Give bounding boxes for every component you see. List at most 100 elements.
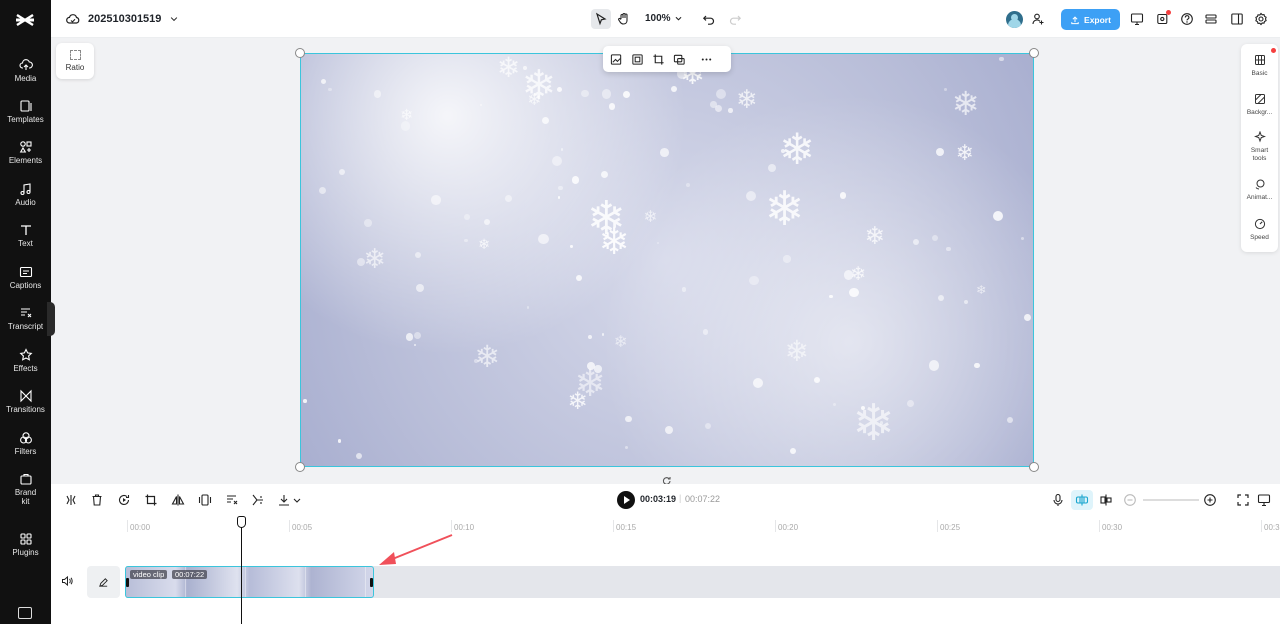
snow-particle	[581, 89, 589, 98]
crop-button[interactable]	[144, 493, 158, 507]
redo-button[interactable]	[725, 9, 745, 29]
clip-trim-handle-right[interactable]	[370, 578, 373, 587]
settings-button[interactable]	[1251, 9, 1271, 29]
download-dropdown[interactable]	[277, 493, 303, 507]
ruler-label: 00:15	[616, 523, 637, 532]
snowflake: ❄	[852, 393, 895, 453]
zoom-in-button[interactable]	[1203, 493, 1217, 507]
more-icon[interactable]	[700, 53, 713, 66]
mask-icon[interactable]	[673, 53, 686, 66]
snow-particle	[715, 104, 722, 112]
loop-icon	[118, 494, 130, 505]
sidebar-collapse-handle[interactable]	[47, 302, 55, 336]
resize-handle-bottom-right[interactable]	[1029, 462, 1039, 472]
capcut-logo-icon[interactable]	[14, 9, 36, 31]
panel-item-basic[interactable]: Basic	[1241, 54, 1278, 78]
panel-toggle-button[interactable]	[1227, 9, 1247, 29]
snow-particle	[413, 331, 422, 340]
resize-handle-bottom-left[interactable]	[295, 462, 305, 472]
freeze-button[interactable]	[117, 493, 131, 507]
snow-particle	[728, 108, 733, 113]
panel-item-animation[interactable]: Animat...	[1241, 178, 1278, 202]
voiceover-button[interactable]	[1051, 493, 1065, 507]
top-bar: 202510301519 100% Export	[51, 0, 1280, 38]
snow-particle	[745, 190, 757, 202]
snow-particle	[625, 415, 632, 423]
preview-mode-button[interactable]	[1257, 493, 1271, 507]
present-button[interactable]	[1127, 9, 1147, 29]
flip-button[interactable]	[171, 493, 185, 507]
sidebar-item-text[interactable]: Text	[0, 221, 51, 259]
select-tool-button[interactable]	[591, 9, 611, 29]
panel-item-background[interactable]: Backgr...	[1241, 93, 1278, 117]
sidebar-item-elements[interactable]: Elements	[0, 138, 51, 176]
keyboard-icon[interactable]	[18, 607, 32, 619]
export-button[interactable]: Export	[1061, 9, 1120, 30]
ruler-tick	[1099, 520, 1100, 532]
video-canvas[interactable]: ❄ ❄ ❄ ❄ ❄ ❄ ❄ ❄ ❄ ❄ ❄ ❄ ❄ ❄ ❄ ❄ ❄ ❄ ❄ ❄ ❄ ❄ ❄ ❄	[300, 53, 1034, 467]
sidebar-item-captions[interactable]: Captions	[0, 263, 51, 301]
undo-button[interactable]	[699, 9, 719, 29]
snowflake: ❄	[976, 283, 987, 298]
invite-collaborator-button[interactable]	[1028, 9, 1048, 29]
snow-particle	[373, 90, 382, 98]
delete-button[interactable]	[90, 493, 104, 507]
sidebar-item-brand-kit[interactable]: Brand kit	[0, 470, 51, 514]
snowflake: ❄	[736, 84, 758, 115]
chevron-down-icon	[171, 17, 178, 22]
resize-handle-top-right[interactable]	[1029, 48, 1039, 58]
ratio-button[interactable]: Ratio	[56, 43, 94, 79]
layers-button[interactable]	[1201, 9, 1221, 29]
sidebar-item-plugins[interactable]: Plugins	[0, 530, 51, 568]
crop-icon[interactable]	[652, 53, 665, 66]
sidebar-item-media[interactable]: Media	[0, 56, 51, 94]
replace-image-icon[interactable]	[610, 53, 623, 66]
notifications-button[interactable]	[1153, 9, 1173, 29]
snow-particle	[907, 399, 915, 407]
snow-particle	[483, 218, 491, 226]
resize-handle-top-left[interactable]	[295, 48, 305, 58]
panel-item-smart-tools[interactable]: Smart tools	[1241, 131, 1278, 162]
brand-kit-icon	[19, 473, 32, 485]
edit-cover-button[interactable]	[87, 566, 120, 598]
sidebar-item-transitions[interactable]: Transitions	[0, 387, 51, 425]
mirror-button[interactable]	[198, 493, 212, 507]
zoom-dropdown[interactable]: 100%	[645, 13, 683, 24]
video-clip[interactable]: video clip 00:07:22	[125, 566, 374, 598]
snowflake: ❄	[764, 182, 805, 238]
project-title[interactable]: 202510301519	[66, 12, 179, 26]
sidebar-item-templates[interactable]: Templates	[0, 97, 51, 135]
avatar[interactable]	[1006, 11, 1023, 28]
undo-icon	[702, 15, 715, 25]
timeline[interactable]: 00:00 00:05 00:10 00:15 00:20 00:25 00:30 00:35…	[51, 516, 1280, 624]
sidebar-item-effects[interactable]: Effects	[0, 346, 51, 384]
snow-particle	[570, 245, 573, 248]
hand-tool-button[interactable]	[614, 9, 634, 29]
snow-particle	[829, 295, 833, 299]
fit-icon[interactable]	[631, 53, 644, 66]
playhead[interactable]	[241, 516, 242, 624]
clip-trim-handle-left[interactable]	[126, 578, 129, 587]
clip-thumbnail	[246, 567, 306, 597]
help-button[interactable]	[1177, 9, 1197, 29]
zoom-out-button[interactable]	[1123, 493, 1137, 507]
timeline-zoom-slider[interactable]	[1143, 499, 1199, 501]
panel-item-speed[interactable]: Speed	[1241, 218, 1278, 242]
snow-particle	[415, 251, 422, 259]
sidebar-item-filters[interactable]: Filters	[0, 429, 51, 467]
play-button[interactable]	[617, 491, 635, 509]
snow-particle	[660, 148, 669, 157]
captions-button[interactable]	[225, 493, 239, 507]
fit-timeline-button[interactable]	[1236, 493, 1250, 507]
snow-particle	[480, 104, 483, 107]
playhead-knob[interactable]	[237, 516, 246, 528]
sidebar-item-transcript[interactable]: Transcript	[0, 304, 51, 342]
align-button[interactable]	[1099, 493, 1113, 507]
snow-particle	[318, 186, 326, 194]
split-button[interactable]	[64, 493, 78, 507]
speaker-icon[interactable]	[61, 575, 73, 587]
smart-cut-button[interactable]	[251, 493, 265, 507]
sidebar-item-audio[interactable]: Audio	[0, 180, 51, 218]
auto-snap-button[interactable]	[1071, 490, 1093, 510]
ruler-tick	[1261, 520, 1262, 532]
